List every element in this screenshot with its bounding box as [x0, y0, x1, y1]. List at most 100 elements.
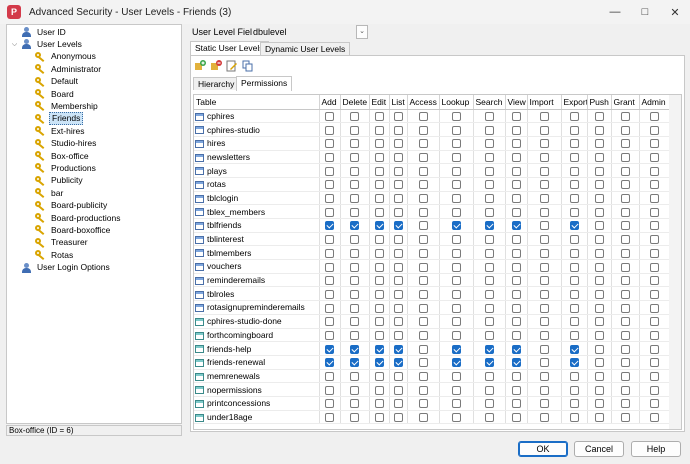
permission-checkbox-add[interactable]	[325, 303, 334, 313]
permission-checkbox-edit[interactable]	[374, 235, 384, 245]
permission-checkbox-access[interactable]	[418, 194, 428, 204]
permission-checkbox-lookup[interactable]	[451, 194, 461, 204]
permission-checkbox-search[interactable]	[484, 317, 494, 327]
permission-checkbox-access[interactable]	[418, 207, 428, 217]
permission-checkbox-search[interactable]	[484, 194, 494, 204]
permission-checkbox-add[interactable]	[325, 289, 334, 299]
permission-checkbox-view[interactable]	[511, 221, 521, 231]
permission-checkbox-lookup[interactable]	[451, 153, 461, 163]
permission-checkbox-view[interactable]	[511, 276, 521, 286]
permission-checkbox-search[interactable]	[484, 111, 494, 121]
permission-checkbox-edit[interactable]	[374, 111, 384, 121]
permission-checkbox-delete[interactable]	[350, 221, 359, 231]
permission-checkbox-view[interactable]	[511, 125, 521, 135]
permission-checkbox-view[interactable]	[511, 413, 521, 423]
permission-checkbox-admin[interactable]	[649, 221, 659, 231]
permission-checkbox-delete[interactable]	[350, 111, 359, 121]
permission-checkbox-export[interactable]	[569, 139, 579, 149]
permission-checkbox-admin[interactable]	[649, 262, 659, 272]
permission-checkbox-add[interactable]	[325, 248, 334, 258]
chevron-down-icon[interactable]: ⌄	[356, 25, 368, 39]
permission-checkbox-import[interactable]	[539, 289, 549, 299]
permission-checkbox-list[interactable]	[393, 248, 403, 258]
tree-item-level-rotas[interactable]: Rotas	[35, 249, 75, 261]
permission-checkbox-admin[interactable]	[649, 317, 659, 327]
permission-checkbox-view[interactable]	[511, 180, 521, 190]
permission-checkbox-grant[interactable]	[620, 344, 630, 354]
permission-checkbox-list[interactable]	[393, 358, 403, 368]
permission-checkbox-grant[interactable]	[620, 289, 630, 299]
permission-checkbox-delete[interactable]	[350, 139, 359, 149]
permission-checkbox-admin[interactable]	[649, 125, 659, 135]
permission-checkbox-view[interactable]	[511, 303, 521, 313]
tree-item-level-anonymous[interactable]: Anonymous	[35, 51, 98, 63]
permission-checkbox-view[interactable]	[511, 262, 521, 272]
permission-checkbox-grant[interactable]	[620, 235, 630, 245]
permission-checkbox-admin[interactable]	[649, 235, 659, 245]
permission-checkbox-push[interactable]	[594, 262, 604, 272]
ok-button[interactable]: OK	[518, 441, 568, 457]
permission-checkbox-push[interactable]	[594, 180, 604, 190]
permission-checkbox-list[interactable]	[393, 180, 403, 190]
permission-checkbox-search[interactable]	[484, 289, 494, 299]
permission-checkbox-import[interactable]	[539, 111, 549, 121]
tree-item-level-board[interactable]: Board	[35, 88, 76, 100]
permission-checkbox-import[interactable]	[539, 153, 549, 163]
permission-checkbox-push[interactable]	[594, 317, 604, 327]
permission-checkbox-list[interactable]	[393, 289, 403, 299]
tree-item-level-board-productions[interactable]: Board-productions	[35, 212, 122, 224]
permission-checkbox-grant[interactable]	[620, 276, 630, 286]
permission-checkbox-view[interactable]	[511, 317, 521, 327]
tree-item-level-friends[interactable]: Friends	[35, 112, 84, 126]
permission-checkbox-export[interactable]	[569, 153, 579, 163]
permission-checkbox-export[interactable]	[569, 180, 579, 190]
permission-checkbox-list[interactable]	[393, 385, 403, 395]
permission-checkbox-admin[interactable]	[649, 385, 659, 395]
permission-checkbox-lookup[interactable]	[451, 276, 461, 286]
minimize-button[interactable]: —	[600, 0, 630, 24]
permission-checkbox-access[interactable]	[418, 166, 428, 176]
tree-item-user-id[interactable]: User ID	[21, 26, 68, 38]
permission-checkbox-delete[interactable]	[350, 235, 359, 245]
permission-checkbox-export[interactable]	[569, 262, 579, 272]
tab-permissions[interactable]: Permissions	[236, 76, 293, 91]
permission-checkbox-search[interactable]	[484, 276, 494, 286]
permission-checkbox-search[interactable]	[484, 139, 494, 149]
permission-checkbox-push[interactable]	[594, 330, 604, 340]
permission-checkbox-view[interactable]	[511, 289, 521, 299]
permission-checkbox-grant[interactable]	[620, 317, 630, 327]
permission-checkbox-view[interactable]	[511, 166, 521, 176]
permission-checkbox-export[interactable]	[569, 235, 579, 245]
permission-checkbox-import[interactable]	[539, 358, 549, 368]
permission-checkbox-add[interactable]	[325, 139, 334, 149]
permission-checkbox-access[interactable]	[418, 248, 428, 258]
permission-checkbox-import[interactable]	[539, 207, 549, 217]
permission-checkbox-list[interactable]	[393, 276, 403, 286]
permission-checkbox-list[interactable]	[393, 111, 403, 121]
tree-item-level-board-publicity[interactable]: Board-publicity	[35, 200, 109, 212]
permission-checkbox-list[interactable]	[393, 399, 403, 409]
permission-checkbox-delete[interactable]	[350, 399, 359, 409]
permission-checkbox-add[interactable]	[325, 385, 334, 395]
permission-checkbox-delete[interactable]	[350, 166, 359, 176]
permission-checkbox-delete[interactable]	[350, 276, 359, 286]
permission-checkbox-lookup[interactable]	[451, 399, 461, 409]
permission-checkbox-edit[interactable]	[374, 413, 384, 423]
permission-checkbox-lookup[interactable]	[451, 235, 461, 245]
permission-checkbox-push[interactable]	[594, 372, 604, 382]
permission-checkbox-add[interactable]	[325, 153, 334, 163]
permission-checkbox-import[interactable]	[539, 330, 549, 340]
permission-checkbox-search[interactable]	[484, 235, 494, 245]
permission-checkbox-add[interactable]	[325, 235, 334, 245]
permission-checkbox-access[interactable]	[418, 125, 428, 135]
permission-checkbox-grant[interactable]	[620, 262, 630, 272]
permission-checkbox-export[interactable]	[569, 276, 579, 286]
permission-checkbox-edit[interactable]	[374, 194, 384, 204]
maximize-button[interactable]: □	[630, 0, 660, 24]
permission-checkbox-edit[interactable]	[374, 248, 384, 258]
permission-checkbox-export[interactable]	[569, 248, 579, 258]
permission-checkbox-access[interactable]	[418, 180, 428, 190]
permission-checkbox-delete[interactable]	[350, 372, 359, 382]
permission-checkbox-import[interactable]	[539, 372, 549, 382]
tab-hierarchy[interactable]: Hierarchy	[193, 77, 240, 90]
